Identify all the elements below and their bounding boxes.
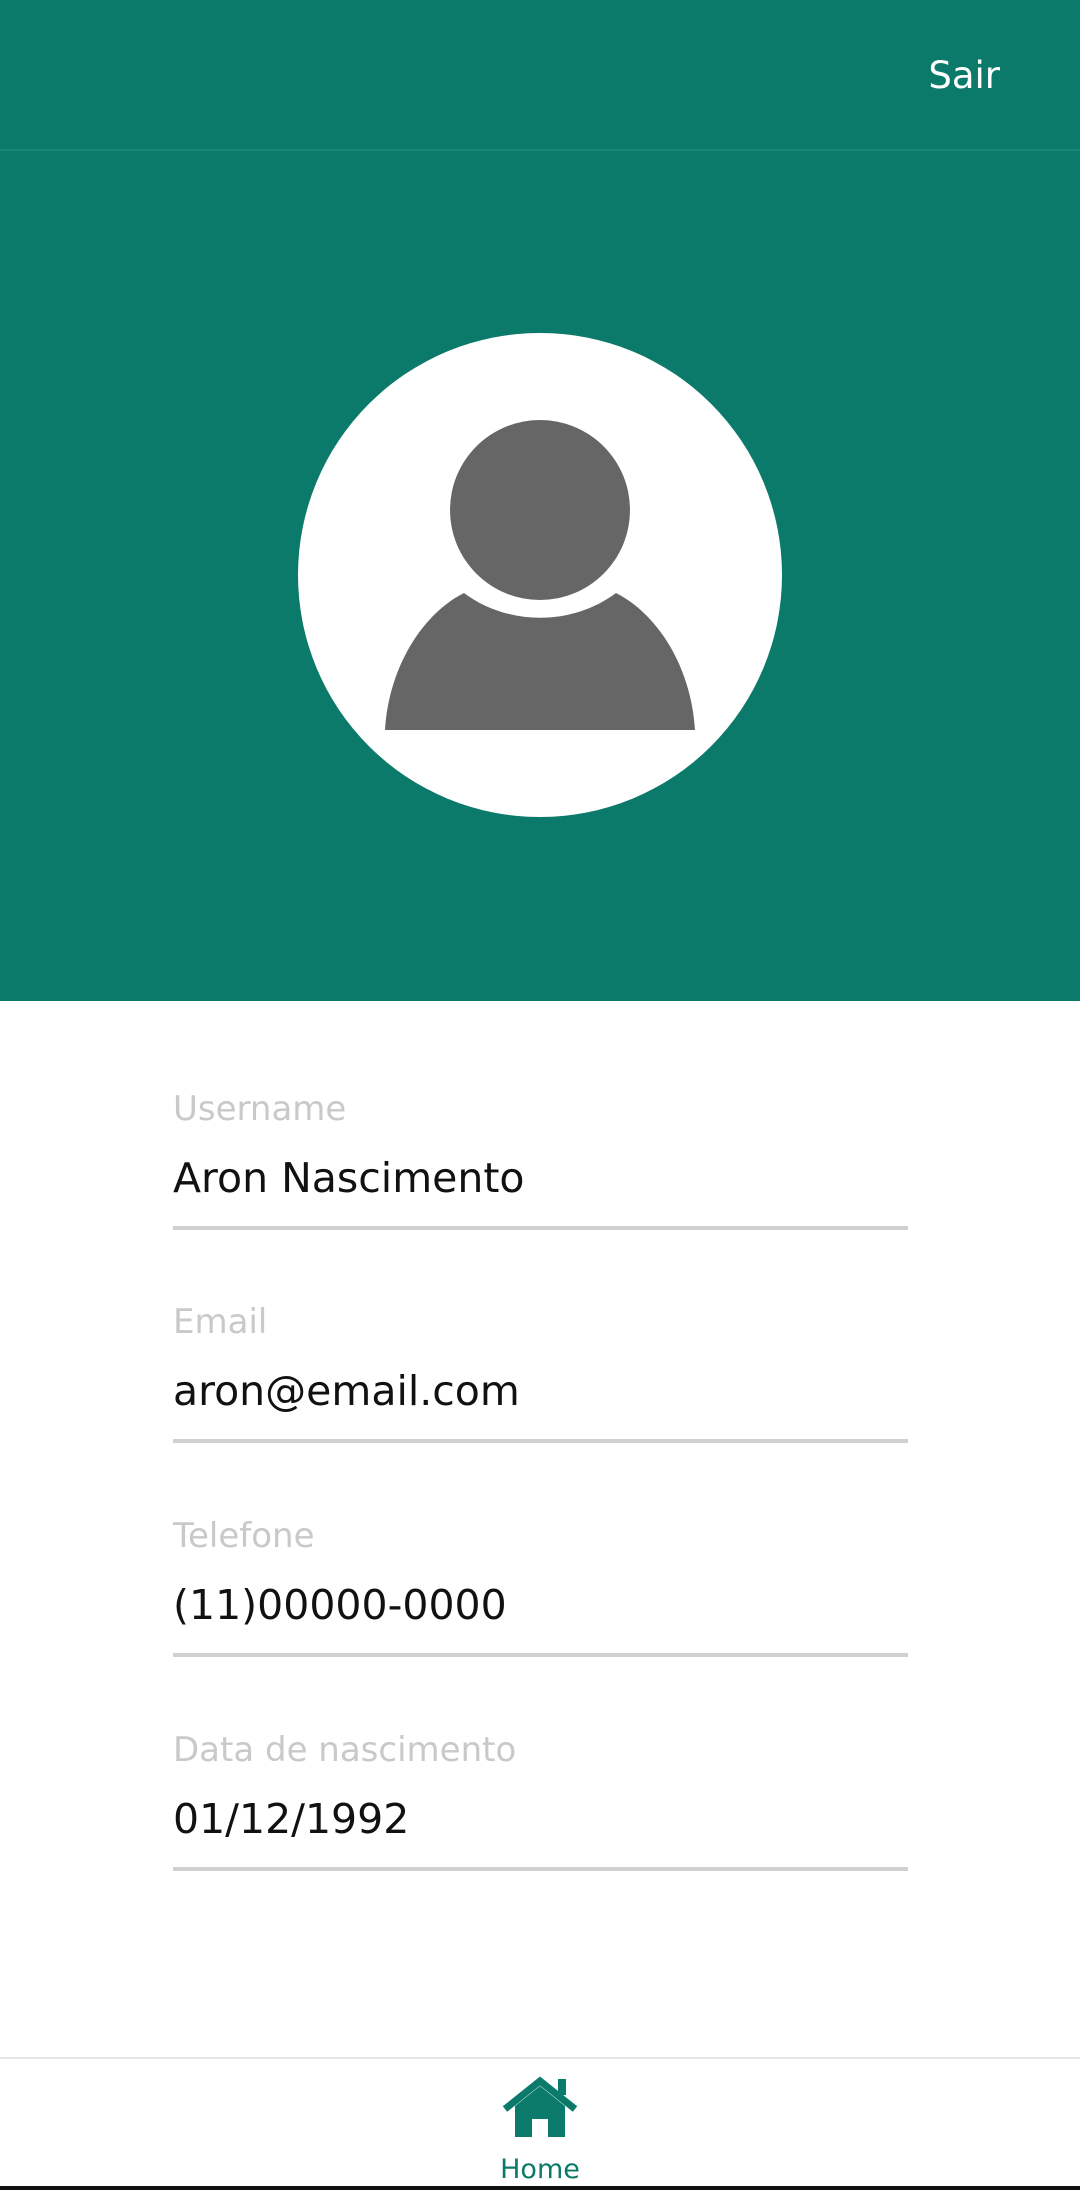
logout-button[interactable]: Sair <box>928 52 1000 100</box>
phone-label: Telefone <box>173 1516 315 1556</box>
birthdate-underline <box>173 1867 908 1871</box>
email-field[interactable]: Email aron@email.com <box>173 1300 908 1480</box>
avatar[interactable] <box>298 333 782 817</box>
birthdate-label: Data de nascimento <box>173 1730 517 1770</box>
phone-value[interactable]: (11)00000-0000 <box>173 1578 507 1632</box>
birthdate-value[interactable]: 01/12/1992 <box>173 1792 409 1846</box>
username-label: Username <box>173 1089 347 1129</box>
nav-item-home[interactable]: Home <box>480 2059 600 2190</box>
email-underline <box>173 1439 908 1443</box>
email-value[interactable]: aron@email.com <box>173 1364 520 1418</box>
app-bar: Sair <box>0 0 1080 150</box>
email-label: Email <box>173 1302 268 1342</box>
bottom-edge <box>0 2186 1080 2190</box>
username-field[interactable]: Username Aron Nascimento <box>173 1087 908 1267</box>
nav-item-home-label: Home <box>500 2154 580 2185</box>
bottom-navigation: Home <box>0 2057 1080 2190</box>
person-icon <box>385 420 695 730</box>
phone-field[interactable]: Telefone (11)00000-0000 <box>173 1514 908 1694</box>
birthdate-field[interactable]: Data de nascimento 01/12/1992 <box>173 1728 908 1908</box>
home-icon <box>502 2076 578 2137</box>
username-value[interactable]: Aron Nascimento <box>173 1151 525 1205</box>
phone-underline <box>173 1653 908 1657</box>
username-underline <box>173 1226 908 1230</box>
